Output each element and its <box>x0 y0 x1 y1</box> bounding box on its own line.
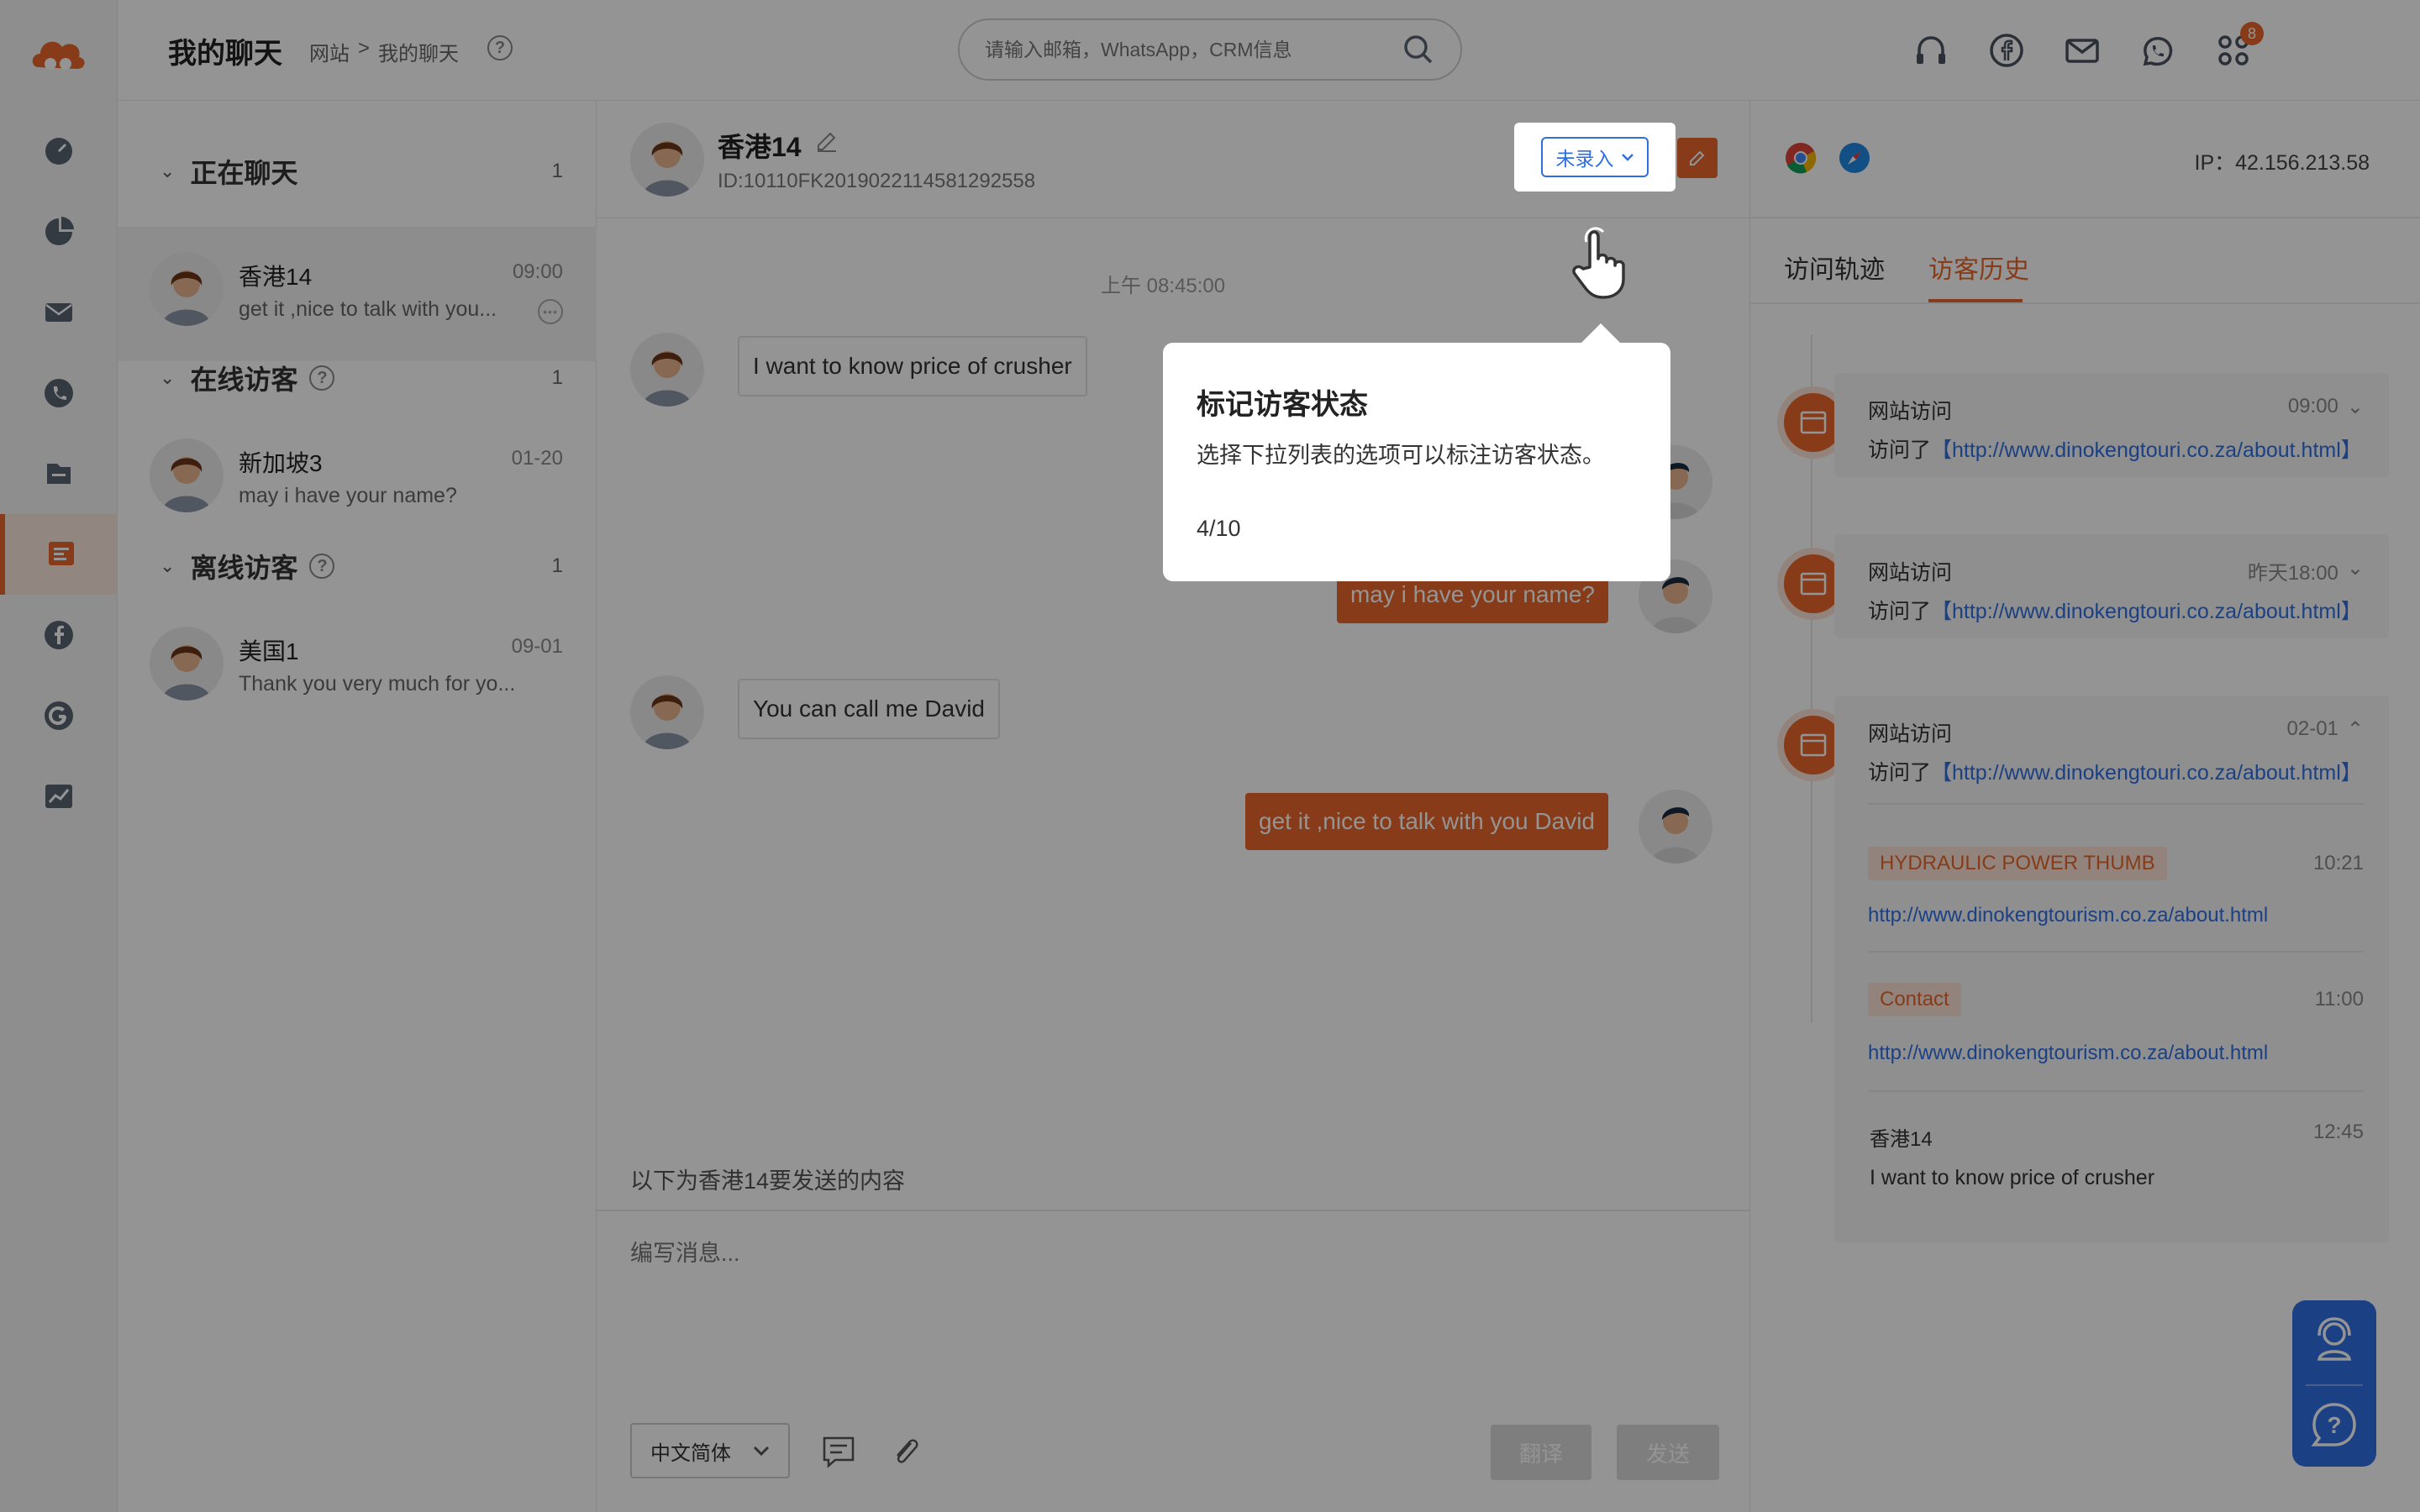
tour-tooltip: 标记访客状态 选择下拉列表的选项可以标注访客状态。 4/10 <box>1163 343 1670 581</box>
hand-pointer-icon <box>1572 227 1625 299</box>
status-value: 未录入 <box>1555 148 1614 170</box>
chevron-down-icon <box>1621 154 1634 161</box>
tour-overlay <box>0 0 2420 1512</box>
status-highlight: 未录入 <box>1514 123 1676 192</box>
tooltip-title: 标记访客状态 <box>1197 389 1368 421</box>
visitor-status-select[interactable]: 未录入 <box>1541 137 1649 177</box>
tooltip-body: 选择下拉列表的选项可以标注访客状态。 <box>1197 443 1605 468</box>
tour-step-counter: 4/10 <box>1197 516 1241 541</box>
